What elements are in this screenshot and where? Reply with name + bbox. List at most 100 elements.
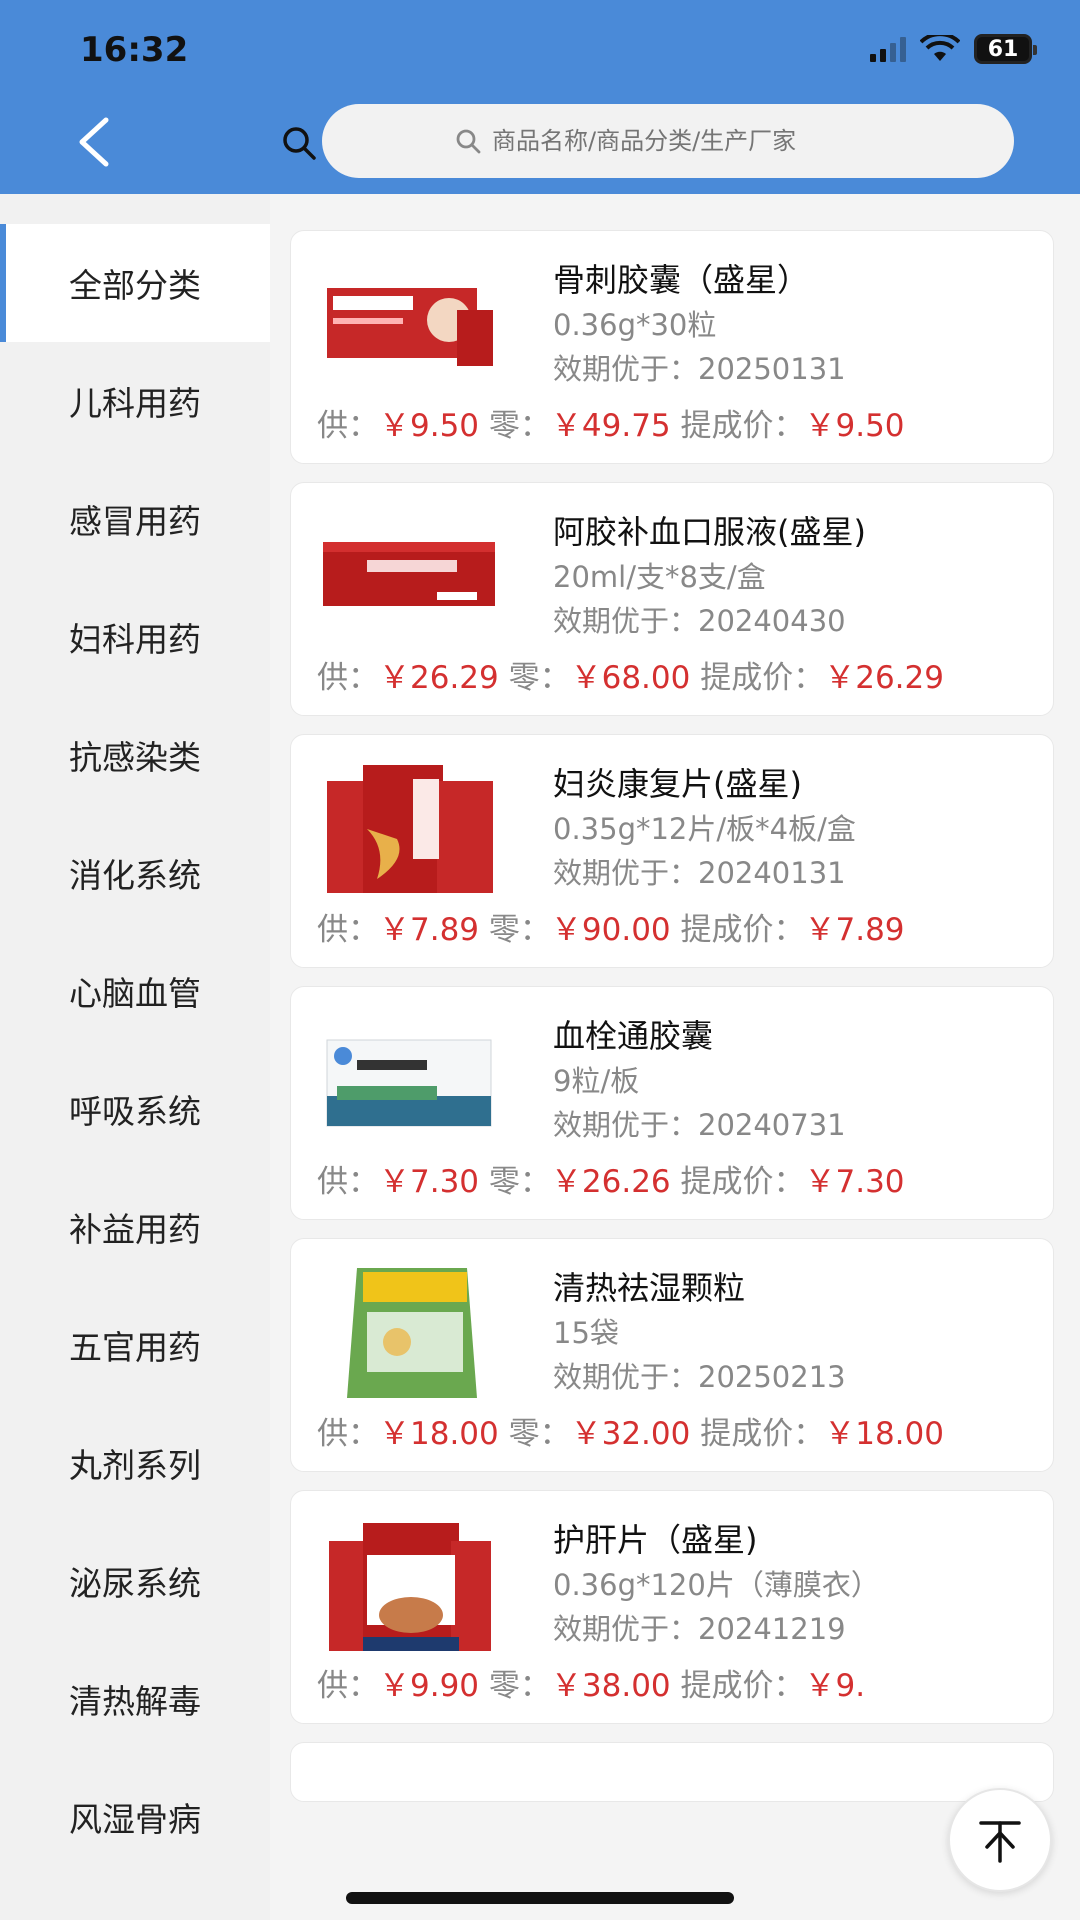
back-to-top-button[interactable] — [948, 1788, 1052, 1892]
price-row: 供：￥7.30 零：￥26.26 提成价：￥7.30 — [317, 1159, 1031, 1205]
wifi-icon — [920, 35, 960, 61]
price-row: 供：￥9.90 零：￥38.00 提成价：￥9. — [317, 1663, 1031, 1709]
category-label: 五官用药 — [69, 1328, 201, 1367]
category-item-rheumatism[interactable]: 风湿骨病 — [0, 1758, 270, 1876]
price-row: 供：￥18.00 零：￥32.00 提成价：￥18.00 — [317, 1411, 1031, 1457]
commission-price: ￥9. — [804, 1668, 866, 1704]
category-item-urinary[interactable]: 泌尿系统 — [0, 1522, 270, 1640]
product-spec: 15袋 — [553, 1316, 619, 1350]
category-item-detox[interactable]: 清热解毒 — [0, 1640, 270, 1758]
chevron-left-icon[interactable] — [70, 112, 120, 172]
category-item-cold[interactable]: 感冒用药 — [0, 460, 270, 578]
product-card[interactable]: 骨刺胶囊（盛星） 0.36g*30粒 效期优于：20250131 供：￥9.50… — [290, 230, 1054, 464]
commission-price: ￥7.30 — [804, 1164, 905, 1200]
product-card[interactable]: 血栓通胶囊 9粒/板 效期优于：20240731 供：￥7.30 零：￥26.2… — [290, 986, 1054, 1220]
category-label: 妇科用药 — [69, 620, 201, 659]
category-item-cardio[interactable]: 心脑血管 — [0, 932, 270, 1050]
category-label: 感冒用药 — [69, 502, 201, 541]
supply-label: 供： — [317, 408, 379, 444]
search-icon[interactable] — [280, 124, 318, 162]
product-name: 护肝片（盛星) — [553, 1521, 758, 1559]
category-item-digestive[interactable]: 消化系统 — [0, 814, 270, 932]
retail-price: ￥26.26 — [550, 1164, 671, 1200]
product-expiry: 效期优于：20241219 — [553, 1612, 846, 1646]
commission-price: ￥26.29 — [824, 660, 944, 696]
price-row: 供：￥26.29 零：￥68.00 提成价：￥26.29 — [317, 655, 1031, 701]
category-item-all[interactable]: 全部分类 — [0, 224, 270, 342]
product-name: 妇炎康复片(盛星) — [553, 765, 802, 803]
category-item-tonic[interactable]: 补益用药 — [0, 1168, 270, 1286]
category-label: 抗感染类 — [69, 738, 201, 777]
category-label: 呼吸系统 — [69, 1092, 201, 1131]
supply-price: ￥18.00 — [379, 1416, 499, 1452]
supply-price: ￥9.90 — [379, 1668, 480, 1704]
product-list: 骨刺胶囊（盛星） 0.36g*30粒 效期优于：20250131 供：￥9.50… — [290, 230, 1054, 1820]
retail-price: ￥49.75 — [550, 408, 671, 444]
supply-label: 供： — [317, 660, 379, 696]
commission-label: 提成价： — [680, 1164, 805, 1200]
retail-label: 零： — [488, 912, 551, 948]
product-name: 血栓通胶囊 — [553, 1017, 714, 1055]
product-name: 骨刺胶囊（盛星） — [553, 261, 810, 299]
supply-price: ￥7.30 — [379, 1164, 480, 1200]
back-to-top-icon — [979, 1821, 1021, 1863]
product-expiry: 效期优于：20240731 — [553, 1108, 846, 1142]
supply-price: ￥9.50 — [379, 408, 480, 444]
search-input[interactable] — [492, 127, 882, 155]
commission-price: ￥7.89 — [804, 912, 905, 948]
commission-label: 提成价： — [700, 1416, 825, 1452]
category-label: 全部分类 — [69, 266, 201, 305]
commission-label: 提成价： — [700, 660, 825, 696]
product-expiry: 效期优于：20240430 — [553, 604, 846, 638]
battery-icon: 61 — [974, 34, 1037, 64]
category-item-anti-infection[interactable]: 抗感染类 — [0, 696, 270, 814]
category-item-gynecology[interactable]: 妇科用药 — [0, 578, 270, 696]
retail-price: ￥32.00 — [570, 1416, 691, 1452]
category-label: 丸剂系列 — [69, 1446, 201, 1485]
price-row: 供：￥7.89 零：￥90.00 提成价：￥7.89 — [317, 907, 1031, 953]
product-name: 清热祛湿颗粒 — [553, 1269, 746, 1307]
category-label: 清热解毒 — [69, 1682, 201, 1721]
price-row: 供：￥9.50 零：￥49.75 提成价：￥9.50 — [317, 403, 1031, 449]
product-expiry: 效期优于：20240131 — [553, 856, 846, 890]
product-card[interactable]: 护肝片（盛星) 0.36g*120片（薄膜衣） 效期优于：20241219 供：… — [290, 1490, 1054, 1724]
green-medicine-bag-icon — [317, 1263, 501, 1403]
product-spec: 0.35g*12片/板*4板/盒 — [553, 812, 856, 846]
header-bar: 16:32 61 — [0, 0, 1080, 194]
product-card[interactable]: 阿胶补血口服液(盛星) 20ml/支*8支/盒 效期优于：20240430 供：… — [290, 482, 1054, 716]
category-item-ent[interactable]: 五官用药 — [0, 1286, 270, 1404]
supply-label: 供： — [317, 1164, 379, 1200]
red-medicine-box-icon — [317, 507, 501, 647]
commission-label: 提成价： — [680, 912, 805, 948]
product-spec: 0.36g*120片（薄膜衣） — [553, 1568, 880, 1602]
category-item-pills[interactable]: 丸剂系列 — [0, 1404, 270, 1522]
product-spec: 9粒/板 — [553, 1064, 640, 1098]
category-label: 消化系统 — [69, 856, 201, 895]
category-label: 泌尿系统 — [69, 1564, 201, 1603]
retail-price: ￥90.00 — [550, 912, 671, 948]
category-label: 风湿骨病 — [69, 1800, 201, 1839]
category-label: 儿科用药 — [69, 384, 201, 423]
search-icon — [456, 129, 481, 154]
search-box[interactable] — [322, 104, 1014, 178]
product-card-partial[interactable] — [290, 1742, 1054, 1802]
home-indicator — [346, 1892, 734, 1904]
signal-icon — [870, 36, 906, 62]
product-expiry: 效期优于：20250131 — [553, 352, 846, 386]
category-label: 心脑血管 — [69, 974, 201, 1013]
category-item-respiratory[interactable]: 呼吸系统 — [0, 1050, 270, 1168]
commission-label: 提成价： — [680, 408, 805, 444]
supply-price: ￥7.89 — [379, 912, 480, 948]
retail-price: ￥68.00 — [570, 660, 691, 696]
product-card[interactable]: 妇炎康复片(盛星) 0.35g*12片/板*4板/盒 效期优于：20240131… — [290, 734, 1054, 968]
white-medicine-box-icon — [317, 1011, 501, 1151]
category-item-pediatrics[interactable]: 儿科用药 — [0, 342, 270, 460]
product-card[interactable]: 清热祛湿颗粒 15袋 效期优于：20250213 供：￥18.00 零：￥32.… — [290, 1238, 1054, 1472]
status-icons: 61 — [870, 34, 1037, 64]
category-label: 补益用药 — [69, 1210, 201, 1249]
commission-price: ￥18.00 — [824, 1416, 944, 1452]
status-time: 16:32 — [80, 30, 189, 70]
red-medicine-box-icon — [317, 255, 501, 395]
red-medicine-box-icon — [317, 759, 501, 899]
supply-label: 供： — [317, 1416, 379, 1452]
